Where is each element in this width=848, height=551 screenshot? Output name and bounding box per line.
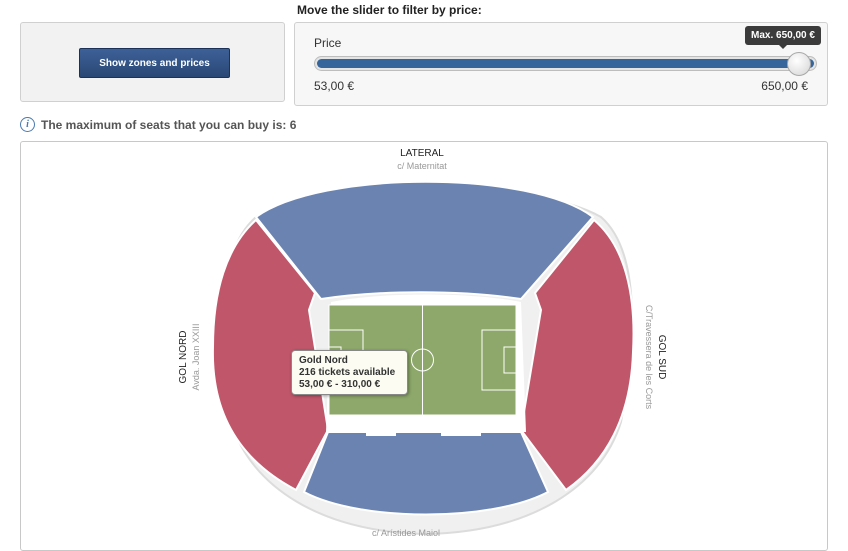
min-price-value: 53,00 € [314, 79, 355, 93]
tooltip-tickets: 216 tickets available [299, 367, 396, 378]
zone-tooltip: Gold Nord 216 tickets available 53,00 € … [291, 350, 408, 395]
stadium-map-panel: LATERAL c/ Maternitat GOL NORD Avda. Joa… [20, 141, 828, 551]
tooltip-zone-name: Gold Nord [299, 355, 348, 366]
street-right: C/Travessera de les Corts [644, 305, 654, 410]
label-gol-nord: GOL NORD [178, 331, 189, 384]
price-slider-handle[interactable] [787, 52, 811, 76]
tunnel-notch [441, 430, 481, 436]
max-price-tooltip: Max. 650,00 € [745, 26, 821, 49]
show-zones-button[interactable]: Show zones and prices [79, 48, 230, 78]
max-seats-text: The maximum of seats that you can buy is… [41, 117, 297, 132]
street-left: Avda. Joan XXIII [191, 324, 201, 391]
price-slider-fill [317, 59, 814, 68]
stadium-map: LATERAL c/ Maternitat GOL NORD Avda. Joa… [178, 148, 667, 538]
price-filter-panel: Price Max. 650,00 € 53,00 € 650,00 € [294, 22, 828, 106]
tooltip-price-range: 53,00 € - 310,00 € [299, 379, 381, 390]
label-gol-sud: GOL SUD [656, 335, 667, 380]
street-bottom: c/ Arístides Maiol [372, 528, 440, 538]
price-slider-track[interactable] [314, 56, 817, 71]
price-label: Price [314, 36, 342, 50]
tunnel-notch [366, 430, 396, 436]
label-lateral: LATERAL [400, 148, 444, 159]
street-top: c/ Maternitat [397, 161, 447, 171]
zone-bottom[interactable] [302, 431, 550, 516]
max-price-value: 650,00 € [761, 79, 808, 93]
info-icon: i [20, 117, 35, 132]
zones-panel: Show zones and prices [20, 22, 285, 102]
slider-title: Move the slider to filter by price: [297, 3, 482, 17]
max-seats-info: i The maximum of seats that you can buy … [20, 117, 296, 132]
